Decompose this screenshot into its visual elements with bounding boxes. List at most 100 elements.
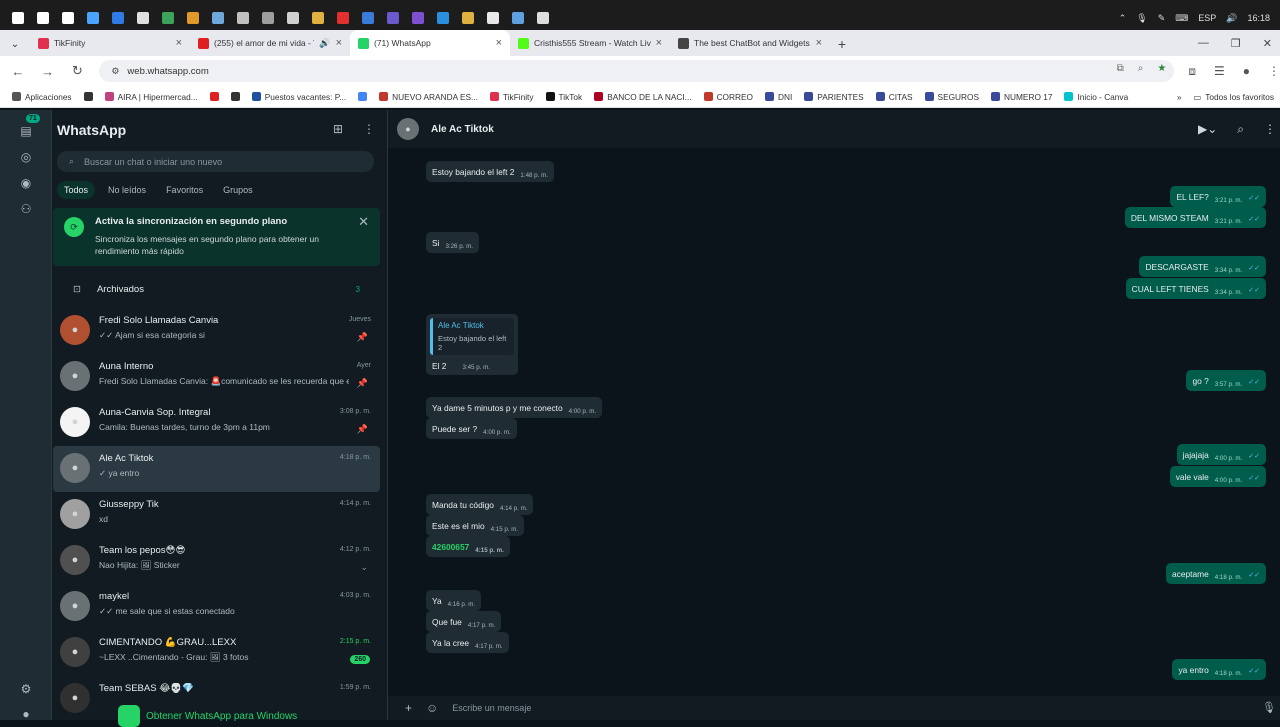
bookmark-item[interactable] <box>209 92 219 101</box>
outgoing-message[interactable]: go ? 3:57 p. m. ✓✓ <box>1186 370 1266 391</box>
tab-close-icon[interactable]: × <box>816 37 822 49</box>
incoming-message[interactable]: Si 3:26 p. m. <box>426 232 479 253</box>
menu-icon[interactable]: ⋮ <box>1264 122 1276 137</box>
reply-message[interactable]: Ale Ac Tiktok Estoy bajando el left 2 El… <box>426 314 518 375</box>
bookmark-item[interactable] <box>358 92 368 101</box>
bookmark-item[interactable]: DNI <box>764 92 792 102</box>
search-icon[interactable]: ⌕ <box>1237 122 1244 137</box>
folder-icon[interactable] <box>458 8 478 28</box>
incoming-message[interactable]: 42600657 4:15 p. m. <box>426 536 510 557</box>
chat-list-item[interactable]: ● Auna Interno Fredi Solo Llamadas Canvia:… <box>53 354 380 400</box>
new-tab-button[interactable]: + <box>830 32 854 56</box>
reload-button[interactable]: ↻ <box>70 63 86 79</box>
restore-button[interactable]: ❐ <box>1231 37 1241 50</box>
clock[interactable]: 16:18 <box>1247 13 1270 23</box>
app-icon[interactable] <box>358 8 378 28</box>
contact-name[interactable]: Ale Ac Tiktok <box>431 124 494 135</box>
menu-icon[interactable]: ⋮ <box>363 122 375 136</box>
browser-tab[interactable]: The best ChatBot and Widgets × <box>670 30 830 56</box>
app-icon[interactable] <box>208 8 228 28</box>
status-icon[interactable]: ◎ <box>16 147 36 167</box>
incoming-message[interactable]: Ya la cree 4:17 p. m. <box>426 632 509 653</box>
app-icon[interactable] <box>308 8 328 28</box>
outgoing-message[interactable]: DEL MISMO STEAM 3:21 p. m. ✓✓ <box>1124 207 1266 228</box>
copilot-icon[interactable] <box>83 8 103 28</box>
app-icon[interactable] <box>158 8 178 28</box>
app-icon[interactable] <box>133 8 153 28</box>
outgoing-message[interactable]: CUAL LEFT TIENES 3:34 p. m. ✓✓ <box>1125 278 1266 299</box>
chat-list-item[interactable]: ● Fredi Solo Llamadas Canvia ✓✓ Ajam si es… <box>53 308 380 354</box>
bookmark-item[interactable]: CITAS <box>875 92 913 102</box>
outgoing-message[interactable]: aceptame 4:18 p. m. ✓✓ <box>1165 563 1266 584</box>
incoming-message[interactable]: Estoy bajando el left 2 1:48 p. m. <box>426 161 554 182</box>
filter-groups[interactable]: Grupos <box>216 181 260 199</box>
incoming-message[interactable]: Este es el mio 4:15 p. m. <box>426 515 525 536</box>
install-app-icon[interactable]: ⧉ <box>1117 63 1124 74</box>
filter-all[interactable]: Todos <box>57 181 96 199</box>
tab-close-icon[interactable]: × <box>656 37 662 49</box>
bookmark-item[interactable] <box>83 92 93 101</box>
get-windows-app-link[interactable]: Obtener WhatsApp para Windows <box>118 705 297 727</box>
keyboard-icon[interactable]: ⌨ <box>1175 13 1188 24</box>
channels-icon[interactable]: ◉ <box>16 173 36 193</box>
task-view-icon[interactable] <box>58 8 78 28</box>
incoming-message[interactable]: Que fue 4:17 p. m. <box>426 611 502 632</box>
quoted-message[interactable]: Ale Ac Tiktok Estoy bajando el left 2 <box>430 318 514 355</box>
site-info-icon[interactable]: ⚙ <box>111 66 119 77</box>
windows-icon[interactable] <box>8 8 28 28</box>
bookmark-item[interactable]: NUEVO ARANDA ES... <box>379 92 478 102</box>
sync-banner[interactable]: ⟳ Activa la sincronización en segundo pl… <box>53 208 380 266</box>
incoming-message[interactable]: Ya dame 5 minutos p y me conecto 4:00 p. … <box>426 397 603 418</box>
tab-close-icon[interactable]: × <box>496 37 502 49</box>
chats-icon[interactable]: ▤ <box>16 121 36 141</box>
video-call-icon[interactable]: ▶⌄ <box>1198 122 1217 137</box>
profile-settings-icon[interactable]: ☰ <box>1214 64 1225 79</box>
browser-tab[interactable]: (255) el amor de mi vida - Y 🔊 × <box>190 30 350 56</box>
bookmark-item[interactable]: TikTok <box>545 92 582 102</box>
new-chat-icon[interactable]: ⊞ <box>333 122 343 136</box>
communities-icon[interactable]: ⚇ <box>16 199 36 219</box>
profile-avatar[interactable]: ● <box>1243 64 1250 79</box>
zoom-icon[interactable]: ⌕ <box>1138 63 1144 74</box>
tab-close-icon[interactable]: × <box>176 37 182 49</box>
outgoing-message[interactable]: jajajaja 4:00 p. m. ✓✓ <box>1176 444 1266 465</box>
tab-close-icon[interactable]: × <box>336 37 342 49</box>
chrome-icon[interactable] <box>483 8 503 28</box>
bookmark-item[interactable]: BANCO DE LA NACI... <box>594 92 692 102</box>
bookmark-item[interactable]: Puestos vacantes: P... <box>251 92 346 102</box>
minimize-button[interactable]: — <box>1198 37 1209 49</box>
address-bar[interactable]: ⚙ web.whatsapp.com ⧉ ⌕ ★ <box>99 60 1175 82</box>
filter-unread[interactable]: No leídos <box>101 181 153 199</box>
youtube-icon[interactable] <box>333 8 353 28</box>
profile-icon[interactable]: ● <box>16 704 36 724</box>
attach-plus-icon[interactable]: + <box>405 701 412 715</box>
chat-list-item[interactable]: ● Auna-Canvia Sop. Integral Camila: Buenas… <box>53 400 380 446</box>
conversation-header[interactable]: ● Ale Ac Tiktok ▶⌄ ⌕ ⋮ <box>388 110 1280 148</box>
all-bookmarks-folder[interactable]: ▭ Todos los favoritos <box>1193 92 1274 102</box>
archived-row[interactable]: ⊡ Archivados 3 <box>53 276 380 302</box>
bookmark-item[interactable]: PARIENTES <box>804 92 864 102</box>
microphone-icon[interactable]: 🎙 <box>1136 13 1147 24</box>
search-icon[interactable] <box>33 8 53 28</box>
browser-tab[interactable]: Cristhis555 Stream - Watch Live × <box>510 30 670 56</box>
incoming-message[interactable]: Puede ser ? 4:00 p. m. <box>426 418 517 439</box>
forward-button[interactable]: → <box>40 64 56 79</box>
tab-search-button[interactable]: ⌄ <box>0 32 30 56</box>
chevron-down-icon[interactable]: ⌄ <box>360 562 368 573</box>
outgoing-message[interactable]: EL LEF? 3:21 p. m. ✓✓ <box>1170 186 1266 207</box>
more-bookmarks-chevron-icon[interactable]: » <box>1177 92 1182 102</box>
app-icon[interactable] <box>383 8 403 28</box>
bookmark-item[interactable] <box>230 92 240 101</box>
bookmark-item[interactable]: AIRA | Hipermercad... <box>104 92 198 102</box>
bookmark-item[interactable]: NUMERO 17 <box>991 92 1052 102</box>
incoming-message[interactable]: Manda tu código 4:14 p. m. <box>426 494 534 515</box>
app-icon[interactable] <box>233 8 253 28</box>
steam-icon[interactable] <box>508 8 528 28</box>
clock-app-icon[interactable] <box>533 8 553 28</box>
visual-studio-icon[interactable] <box>408 8 428 28</box>
bookmark-item[interactable]: SEGUROS <box>924 92 979 102</box>
chevron-up-icon[interactable]: ⌃ <box>1119 13 1127 24</box>
store-icon[interactable] <box>108 8 128 28</box>
message-list[interactable]: Ale Ac Tiktok Estoy bajando el left 2 El… <box>388 148 1280 696</box>
app-icon[interactable] <box>183 8 203 28</box>
